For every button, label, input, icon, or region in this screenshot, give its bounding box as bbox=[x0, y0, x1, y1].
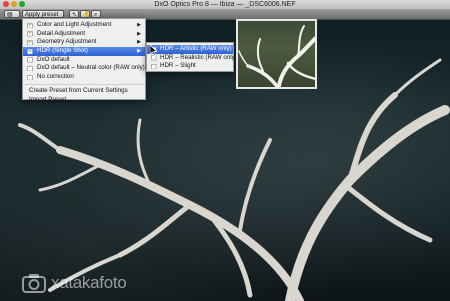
apply-preset-button[interactable]: Apply preset ▾ bbox=[22, 10, 64, 26]
camera-icon bbox=[22, 274, 46, 293]
apply-preset-menu: Color and Light Adjustment ▶ Detail Adju… bbox=[22, 18, 146, 103]
preset-icon bbox=[151, 63, 157, 69]
select-tool-button[interactable]: ↖ bbox=[69, 10, 79, 18]
grid-icon: ▤ bbox=[7, 12, 13, 18]
menu-item-detail[interactable]: Detail Adjustment ▶ bbox=[23, 30, 145, 39]
window-title: DxO Optics Pro 8 — Ibiza — _DSC6006.NEF bbox=[154, 1, 296, 8]
preset-icon bbox=[27, 40, 33, 46]
menu-item-create-preset[interactable]: Create Preset from Current Settings bbox=[23, 87, 145, 96]
preset-icon bbox=[27, 74, 33, 80]
preset-icon bbox=[27, 57, 33, 63]
hdr-submenu: HDR – Artistic (RAW only) HDR – Realisti… bbox=[146, 42, 237, 72]
preset-icon bbox=[27, 48, 33, 54]
chevron-right-icon: ▶ bbox=[137, 22, 141, 28]
chevron-right-icon: ▶ bbox=[137, 30, 141, 37]
menu-item-dxo-default[interactable]: DxO default bbox=[23, 56, 145, 65]
cursor-icon bbox=[150, 45, 158, 56]
preset-icon bbox=[27, 66, 33, 72]
menu-item-color-light[interactable]: Color and Light Adjustment ▶ bbox=[23, 21, 145, 30]
menu-item-no-correction[interactable]: No correction bbox=[23, 73, 145, 82]
menu-item-dxo-default-neutral[interactable]: DxO default – Neutral color (RAW only) bbox=[23, 64, 145, 73]
preset-icon bbox=[27, 22, 33, 28]
watermark: xatakafoto bbox=[22, 273, 127, 293]
hand-tool-button[interactable]: ✋ bbox=[80, 10, 90, 18]
menu-item-import-preset[interactable]: Import Preset... bbox=[23, 96, 145, 105]
preset-icon bbox=[27, 31, 33, 37]
chevron-right-icon: ▶ bbox=[137, 48, 141, 55]
chevron-right-icon: ▶ bbox=[137, 39, 141, 46]
zoom-tool-button[interactable]: ⌕ bbox=[91, 10, 101, 18]
preset-preview-thumbnail bbox=[236, 19, 317, 89]
submenu-item-hdr-slight[interactable]: HDR – Slight bbox=[147, 62, 233, 71]
view-mode-button[interactable]: ▤ bbox=[4, 10, 20, 18]
watermark-text: xatakafoto bbox=[51, 273, 127, 292]
submenu-item-hdr-artistic[interactable]: HDR – Artistic (RAW only) bbox=[147, 45, 233, 54]
menu-item-hdr-single-shot[interactable]: HDR (Single Shot) ▶ bbox=[23, 47, 145, 56]
menu-separator bbox=[23, 83, 145, 85]
submenu-item-hdr-realistic[interactable]: HDR – Realistic (RAW only) bbox=[147, 54, 237, 63]
menu-item-geometry[interactable]: Geometry Adjustment ▶ bbox=[23, 38, 145, 47]
